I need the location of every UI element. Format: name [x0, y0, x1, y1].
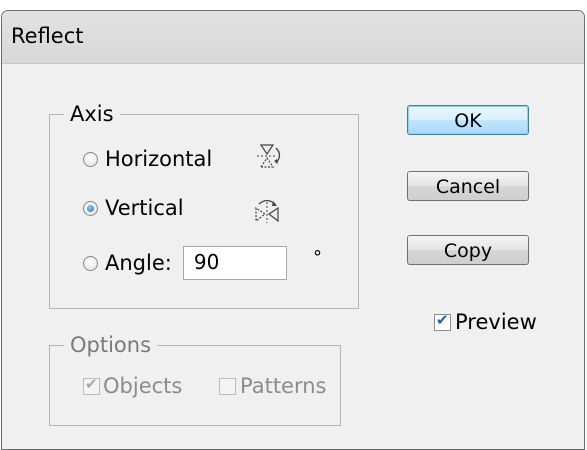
cancel-button[interactable]: Cancel [407, 171, 529, 201]
objects-option: Objects [83, 374, 182, 398]
degree-symbol: ° [313, 247, 322, 268]
vertical-radio[interactable] [83, 200, 98, 216]
options-legend: Options [70, 333, 152, 357]
dialog-title: Reflect [11, 24, 84, 48]
patterns-checkbox [219, 377, 236, 395]
dialog-body: Axis Horizontal Vertical Angle: 90 ° Opt… [2, 64, 584, 449]
angle-label[interactable]: Angle: [105, 251, 172, 275]
horizontal-label[interactable]: Horizontal [105, 147, 212, 171]
ok-button[interactable]: OK [407, 105, 529, 135]
objects-label: Objects [103, 374, 183, 398]
reflect-vertical-icon [253, 196, 283, 224]
preview-checkbox[interactable] [434, 311, 451, 331]
patterns-label: Patterns [240, 374, 327, 398]
reflect-horizontal-icon [255, 142, 285, 170]
copy-button[interactable]: Copy [407, 235, 529, 265]
objects-checkbox [83, 375, 100, 395]
vertical-radio-option[interactable]: Vertical [83, 196, 184, 220]
angle-input[interactable]: 90 [182, 246, 287, 280]
horizontal-radio-option[interactable]: Horizontal [83, 147, 212, 171]
preview-option[interactable]: Preview [434, 310, 537, 334]
vertical-label[interactable]: Vertical [105, 196, 184, 220]
angle-radio-option[interactable]: Angle: 90 [83, 246, 287, 280]
reflect-dialog: Reflect Axis Horizontal Vertical Angle: … [1, 10, 585, 450]
preview-label[interactable]: Preview [455, 310, 537, 334]
horizontal-radio[interactable] [83, 151, 98, 167]
angle-radio[interactable] [83, 255, 98, 271]
patterns-option: Patterns [219, 374, 327, 398]
title-bar[interactable]: Reflect [2, 11, 584, 64]
axis-legend: Axis [70, 102, 114, 126]
